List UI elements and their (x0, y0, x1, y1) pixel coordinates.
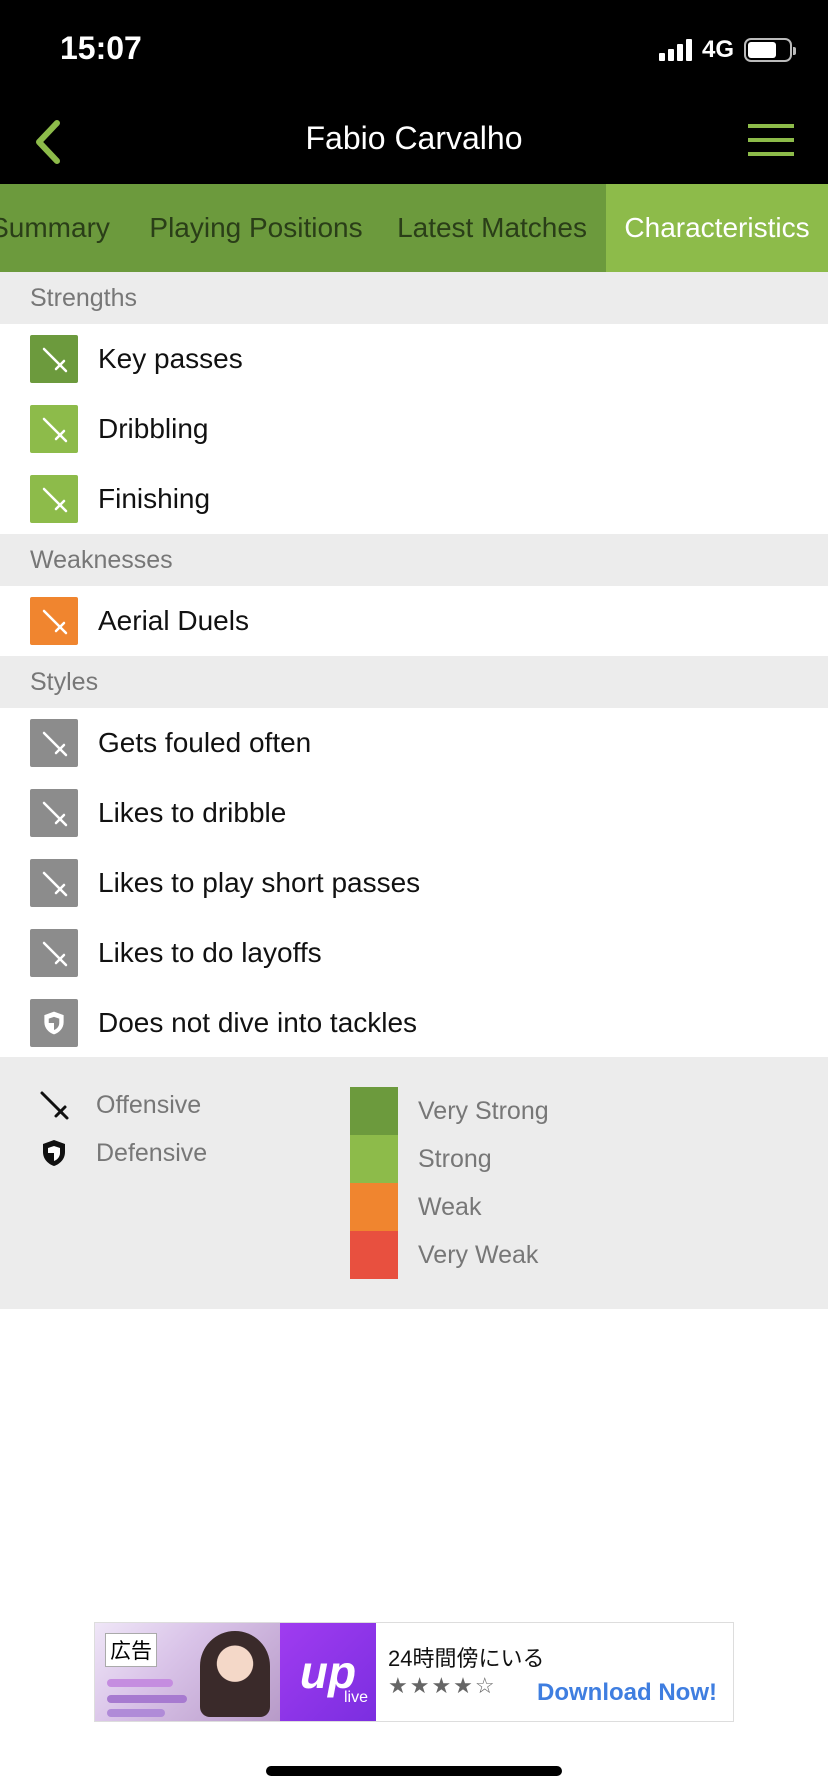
legend-defensive: Defensive (38, 1137, 207, 1169)
section-header-weaknesses: Weaknesses (0, 534, 828, 586)
legend-scale: Very Strong Strong Weak Very Weak (350, 1087, 549, 1279)
legend-scale-weak: Weak (350, 1183, 549, 1231)
characteristic-row[interactable]: Aerial Duels (0, 586, 828, 656)
scale-label: Very Strong (418, 1096, 549, 1125)
scale-label: Very Weak (418, 1240, 539, 1269)
legend-scale-very-strong: Very Strong (350, 1087, 549, 1135)
sword-icon (42, 731, 68, 757)
tab-summary[interactable]: Summary (0, 184, 110, 272)
nav-bar: Fabio Carvalho (0, 100, 828, 184)
sword-icon (42, 941, 68, 967)
status-bar: 15:07 4G (0, 0, 828, 100)
tab-bar: Summary Playing Positions Latest Matches… (0, 184, 828, 272)
characteristic-label: Aerial Duels (98, 605, 249, 636)
scale-label: Strong (418, 1144, 492, 1173)
characteristic-row[interactable]: Likes to dribble (0, 778, 828, 848)
status-time: 15:07 (60, 30, 142, 66)
characteristic-row[interactable]: Gets fouled often (0, 708, 828, 778)
ad-app-logo: up live (280, 1623, 376, 1721)
level-badge (30, 335, 78, 383)
shield-icon (44, 1011, 64, 1035)
menu-button[interactable] (748, 122, 798, 162)
ad-tag: 広告 (105, 1633, 157, 1667)
swatch-very-strong (350, 1087, 398, 1135)
ad-image: 広告 (95, 1623, 280, 1721)
legend-offensive-label: Offensive (96, 1090, 202, 1119)
characteristic-row[interactable]: Key passes (0, 324, 828, 394)
legend: Offensive Defensive Very Strong Strong W… (0, 1057, 828, 1309)
battery-icon (744, 38, 796, 62)
sword-icon (42, 871, 68, 897)
legend-scale-very-weak: Very Weak (350, 1231, 549, 1279)
page-title: Fabio Carvalho (305, 120, 523, 156)
characteristic-row[interactable]: Finishing (0, 464, 828, 534)
swatch-weak (350, 1183, 398, 1231)
ad-decoration (107, 1695, 187, 1703)
ad-text: 24時間傍にいる ★★★★☆ Download Now! (376, 1623, 733, 1721)
hamburger-icon-bar (748, 152, 794, 156)
characteristic-row[interactable]: Dribbling (0, 394, 828, 464)
ad-rating-stars: ★★★★☆ (388, 1673, 497, 1698)
characteristic-label: Likes to play short passes (98, 867, 421, 898)
level-badge (30, 859, 78, 907)
level-badge (30, 999, 78, 1047)
characteristic-row[interactable]: Likes to play short passes (0, 848, 828, 918)
ad-person-image (200, 1631, 270, 1717)
section-header-styles: Styles (0, 656, 828, 708)
sword-icon (42, 487, 68, 513)
characteristics-list: Strengths Key passes Dribbling Finishing W… (0, 272, 828, 1058)
ad-logo-sub: live (343, 1689, 368, 1706)
ad-download-button[interactable]: Download Now! (537, 1679, 717, 1707)
section-header-strengths: Strengths (0, 272, 828, 324)
swatch-very-weak (350, 1231, 398, 1279)
level-badge (30, 929, 78, 977)
network-type: 4G (701, 36, 734, 63)
sword-icon (42, 347, 68, 373)
tab-latest-matches[interactable]: Latest Matches (397, 184, 587, 272)
legend-offensive: Offensive (38, 1089, 201, 1121)
level-badge (30, 405, 78, 453)
hamburger-icon-bar (748, 138, 794, 142)
ad-banner[interactable]: 広告 up live 24時間傍にいる ★★★★☆ Download Now! (94, 1622, 734, 1722)
hamburger-icon (748, 124, 794, 128)
shield-icon (43, 1140, 65, 1166)
level-badge (30, 597, 78, 645)
ad-decoration (107, 1709, 165, 1717)
tab-characteristics[interactable]: Characteristics (606, 184, 828, 272)
sword-icon (42, 417, 68, 443)
sword-icon (40, 1091, 69, 1120)
legend-defensive-label: Defensive (96, 1138, 208, 1167)
tab-playing-positions[interactable]: Playing Positions (149, 184, 362, 272)
sword-icon (42, 609, 68, 635)
characteristic-label: Likes to do layoffs (98, 937, 322, 968)
legend-scale-strong: Strong (350, 1135, 549, 1183)
scale-label: Weak (418, 1192, 482, 1221)
level-badge (30, 789, 78, 837)
home-indicator (266, 1766, 562, 1776)
characteristic-label: Key passes (98, 343, 243, 374)
characteristic-row[interactable]: Does not dive into tackles (0, 988, 828, 1058)
level-badge (30, 475, 78, 523)
characteristic-row[interactable]: Likes to do layoffs (0, 918, 828, 988)
status-indicators: 4G (658, 36, 796, 64)
ad-title: 24時間傍にいる (388, 1646, 545, 1671)
characteristic-label: Finishing (98, 483, 211, 514)
swatch-strong (350, 1135, 398, 1183)
characteristic-label: Likes to dribble (98, 797, 287, 828)
ad-decoration (107, 1679, 173, 1687)
level-badge (30, 719, 78, 767)
sword-icon (42, 801, 68, 827)
characteristic-label: Dribbling (98, 413, 209, 444)
cellular-signal-icon (658, 39, 692, 61)
characteristic-label: Does not dive into tackles (98, 1007, 418, 1038)
characteristic-label: Gets fouled often (98, 727, 312, 758)
